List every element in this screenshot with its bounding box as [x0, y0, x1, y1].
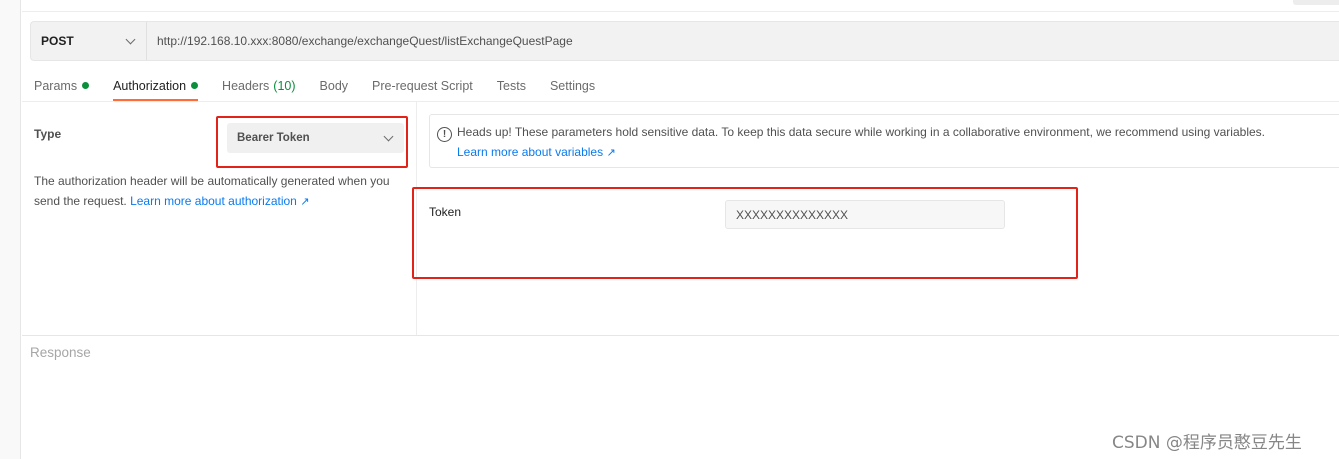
learn-more-variables-label: Learn more about variables	[457, 145, 604, 159]
tab-settings[interactable]: Settings	[550, 70, 595, 101]
request-tabs: Params Authorization Headers (10) Body P…	[34, 70, 619, 101]
highlight-box-token	[412, 187, 1078, 279]
tab-settings-label: Settings	[549, 78, 596, 93]
tab-body[interactable]: Body	[320, 70, 349, 101]
chevron-down-icon	[125, 34, 136, 44]
tab-tests-label: Tests	[496, 78, 526, 93]
tab-authorization-label: Authorization	[113, 78, 187, 93]
tab-pre-request-script[interactable]: Pre-request Script	[372, 70, 473, 101]
highlight-box-auth-type	[216, 116, 408, 168]
tab-params[interactable]: Params	[34, 70, 90, 101]
tab-params-label: Params	[34, 78, 78, 93]
top-toolbar-strip	[22, 0, 1339, 12]
learn-more-authorization-link[interactable]: Learn more about authorization ↗	[130, 194, 309, 208]
tab-headers[interactable]: Headers (10)	[222, 70, 295, 101]
learn-more-authorization-label: Learn more about authorization	[130, 194, 297, 208]
external-link-icon: ↗	[606, 147, 616, 159]
tab-authorization[interactable]: Authorization	[113, 70, 199, 101]
left-sidebar-edge	[0, 0, 21, 459]
tab-tests[interactable]: Tests	[497, 70, 526, 101]
method-select[interactable]: POST	[31, 22, 147, 60]
auth-type-label: Type	[34, 127, 62, 141]
url-input[interactable]	[147, 22, 1339, 60]
response-divider	[22, 335, 1339, 336]
notice-text: Heads up! These parameters hold sensitiv…	[457, 125, 1265, 139]
status-dot-icon	[82, 82, 90, 89]
tab-headers-label: Headers	[222, 78, 270, 93]
status-dot-icon	[191, 82, 199, 89]
info-icon: !	[437, 127, 452, 142]
sensitive-data-notice: ! Heads up! These parameters hold sensit…	[429, 114, 1339, 168]
response-label: Response	[30, 345, 91, 360]
external-link-icon: ↗	[300, 196, 310, 208]
watermark: CSDN @程序员憨豆先生	[1112, 433, 1302, 453]
tab-body-label: Body	[319, 78, 349, 93]
request-url-bar: POST	[30, 21, 1339, 61]
method-label: POST	[41, 34, 74, 48]
learn-more-variables-link[interactable]: Learn more about variables ↗	[457, 145, 616, 159]
tab-pre-request-script-label: Pre-request Script	[372, 78, 473, 93]
auth-description: The authorization header will be automat…	[34, 171, 399, 212]
headers-count-badge: (10)	[273, 78, 296, 93]
top-right-button-edge[interactable]	[1293, 0, 1339, 5]
